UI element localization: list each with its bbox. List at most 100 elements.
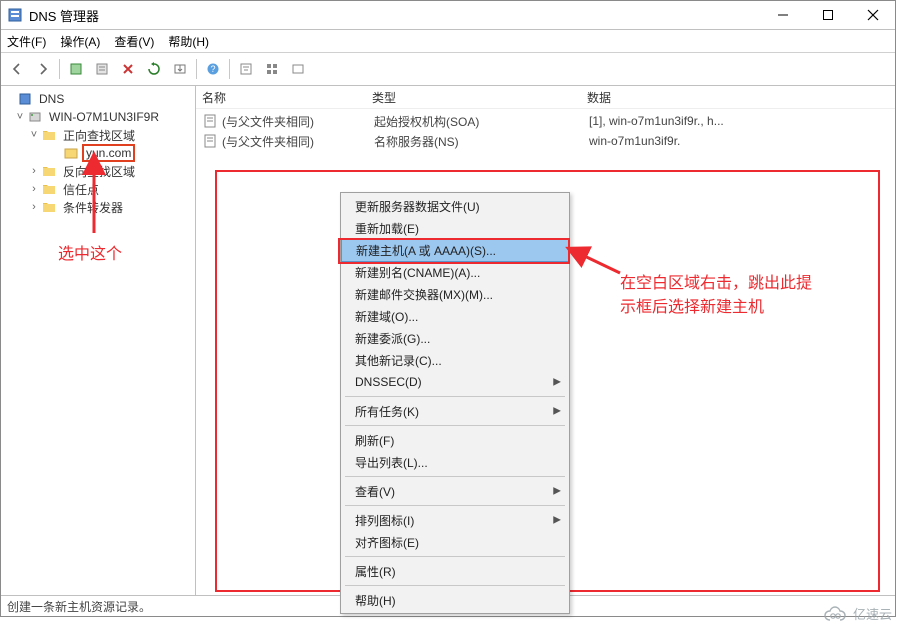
annotation-right-text: 在空白区域右击，跳出此提 示框后选择新建主机 — [620, 272, 870, 320]
ctx-new-mx[interactable]: 新建邮件交换器(MX)(M)... — [341, 283, 569, 305]
menu-separator — [345, 505, 565, 506]
ctx-view[interactable]: 查看(V) ▶ — [341, 480, 569, 502]
filter-button[interactable] — [234, 57, 258, 81]
ctx-new-alias[interactable]: 新建别名(CNAME)(A)... — [341, 261, 569, 283]
menu-file[interactable]: 文件(F) — [7, 33, 46, 50]
tree-fwd-zone[interactable]: 正向查找区域 — [60, 126, 138, 145]
expander-icon[interactable]: › — [27, 183, 41, 195]
submenu-arrow-icon: ▶ — [553, 486, 561, 497]
menu-bar: 文件(F) 操作(A) 查看(V) 帮助(H) — [1, 30, 895, 53]
tree-zone-selected[interactable]: yun.com — [82, 144, 135, 162]
submenu-arrow-icon: ▶ — [553, 377, 561, 388]
forward-button[interactable] — [31, 57, 55, 81]
svg-text:?: ? — [210, 64, 215, 74]
ctx-align-icons[interactable]: 对齐图标(E) — [341, 531, 569, 553]
menu-separator — [345, 556, 565, 557]
ctx-update-file[interactable]: 更新服务器数据文件(U) — [341, 195, 569, 217]
cell-name: (与父文件夹相同) — [222, 113, 374, 130]
maximize-button[interactable] — [805, 1, 850, 29]
ctx-new-domain[interactable]: 新建域(O)... — [341, 305, 569, 327]
window-title: DNS 管理器 — [29, 6, 760, 25]
ctx-new-delegation[interactable]: 新建委派(G)... — [341, 327, 569, 349]
cell-type: 起始授权机构(SOA) — [374, 113, 589, 130]
expander-icon[interactable]: ˅ — [13, 111, 27, 123]
tree-server[interactable]: WIN-O7M1UN3IF9R — [46, 109, 162, 125]
ctx-dnssec[interactable]: DNSSEC(D) ▶ — [341, 371, 569, 393]
ctx-other-new[interactable]: 其他新记录(C)... — [341, 349, 569, 371]
toolbar-separator — [196, 59, 197, 79]
minimize-button[interactable] — [760, 1, 805, 29]
dns-root-icon — [17, 91, 33, 107]
status-text: 创建一条新主机资源记录。 — [7, 598, 151, 615]
folder-icon — [41, 199, 57, 215]
ctx-view-label: 查看(V) — [355, 483, 395, 500]
new-button[interactable] — [64, 57, 88, 81]
col-data[interactable]: 数据 — [587, 89, 895, 106]
menu-view[interactable]: 查看(V) — [114, 33, 154, 50]
toolbar-separator — [229, 59, 230, 79]
delete-button[interactable] — [116, 57, 140, 81]
toolbar: ? — [1, 53, 895, 86]
tree-trust-points[interactable]: 信任点 — [60, 180, 102, 199]
help-button[interactable]: ? — [201, 57, 225, 81]
list-row[interactable]: (与父文件夹相同) 起始授权机构(SOA) [1], win-o7m1un3if… — [196, 111, 895, 131]
cell-data: win-o7m1un3if9r. — [589, 134, 895, 148]
record-icon — [202, 113, 218, 129]
menu-separator — [345, 396, 565, 397]
cell-name: (与父文件夹相同) — [222, 133, 374, 150]
refresh-button[interactable] — [142, 57, 166, 81]
submenu-arrow-icon: ▶ — [553, 406, 561, 417]
ctx-all-tasks[interactable]: 所有任务(K) ▶ — [341, 400, 569, 422]
cell-type: 名称服务器(NS) — [374, 133, 589, 150]
ctx-refresh[interactable]: 刷新(F) — [341, 429, 569, 451]
col-name[interactable]: 名称 — [202, 89, 372, 106]
annotation-left-text: 选中这个 — [58, 240, 122, 264]
title-bar: DNS 管理器 — [1, 1, 895, 30]
toolbar-separator — [59, 59, 60, 79]
ctx-dnssec-label: DNSSEC(D) — [355, 375, 422, 389]
close-button[interactable] — [850, 1, 895, 29]
window-controls — [760, 1, 895, 29]
view-options-button[interactable] — [260, 57, 284, 81]
zone-icon — [63, 145, 79, 161]
folder-icon — [41, 163, 57, 179]
context-menu: 更新服务器数据文件(U) 重新加载(E) 新建主机(A 或 AAAA)(S)..… — [340, 192, 570, 614]
misc-button[interactable] — [286, 57, 310, 81]
menu-action[interactable]: 操作(A) — [60, 33, 100, 50]
ctx-help[interactable]: 帮助(H) — [341, 589, 569, 611]
list-row[interactable]: (与父文件夹相同) 名称服务器(NS) win-o7m1un3if9r. — [196, 131, 895, 151]
cloud-icon — [823, 606, 849, 622]
export-button[interactable] — [168, 57, 192, 81]
column-headers: 名称 类型 数据 — [196, 86, 895, 109]
tree-root[interactable]: DNS — [36, 91, 67, 107]
expander-icon[interactable]: › — [27, 165, 41, 177]
properties-button[interactable] — [90, 57, 114, 81]
folder-icon — [41, 127, 57, 143]
ctx-new-host[interactable]: 新建主机(A 或 AAAA)(S)... — [341, 238, 569, 262]
tree-pane[interactable]: DNS ˅ WIN-O7M1UN3IF9R — [1, 86, 196, 595]
col-type[interactable]: 类型 — [372, 89, 587, 106]
ctx-arrange-icons[interactable]: 排列图标(I) ▶ — [341, 509, 569, 531]
cell-data: [1], win-o7m1un3if9r., h... — [589, 114, 895, 128]
app-icon — [7, 7, 23, 23]
watermark: 亿速云 — [823, 604, 892, 623]
tree-rev-zone[interactable]: 反向查找区域 — [60, 162, 138, 181]
back-button[interactable] — [5, 57, 29, 81]
expander-icon[interactable]: ˅ — [27, 129, 41, 141]
annotation-right-line2: 示框后选择新建主机 — [620, 299, 764, 316]
ctx-all-tasks-label: 所有任务(K) — [355, 403, 419, 420]
submenu-arrow-icon: ▶ — [553, 515, 561, 526]
list-rows: (与父文件夹相同) 起始授权机构(SOA) [1], win-o7m1un3if… — [196, 109, 895, 151]
menu-help[interactable]: 帮助(H) — [168, 33, 209, 50]
ctx-arrange-label: 排列图标(I) — [355, 512, 414, 529]
tree-cond-fwd[interactable]: 条件转发器 — [60, 198, 126, 217]
server-icon — [27, 109, 43, 125]
ctx-export-list[interactable]: 导出列表(L)... — [341, 451, 569, 473]
record-icon — [202, 133, 218, 149]
menu-separator — [345, 476, 565, 477]
expander-icon[interactable]: › — [27, 201, 41, 213]
annotation-right-line1: 在空白区域右击，跳出此提 — [620, 275, 812, 292]
ctx-properties[interactable]: 属性(R) — [341, 560, 569, 582]
menu-separator — [345, 425, 565, 426]
ctx-reload[interactable]: 重新加载(E) — [341, 217, 569, 239]
